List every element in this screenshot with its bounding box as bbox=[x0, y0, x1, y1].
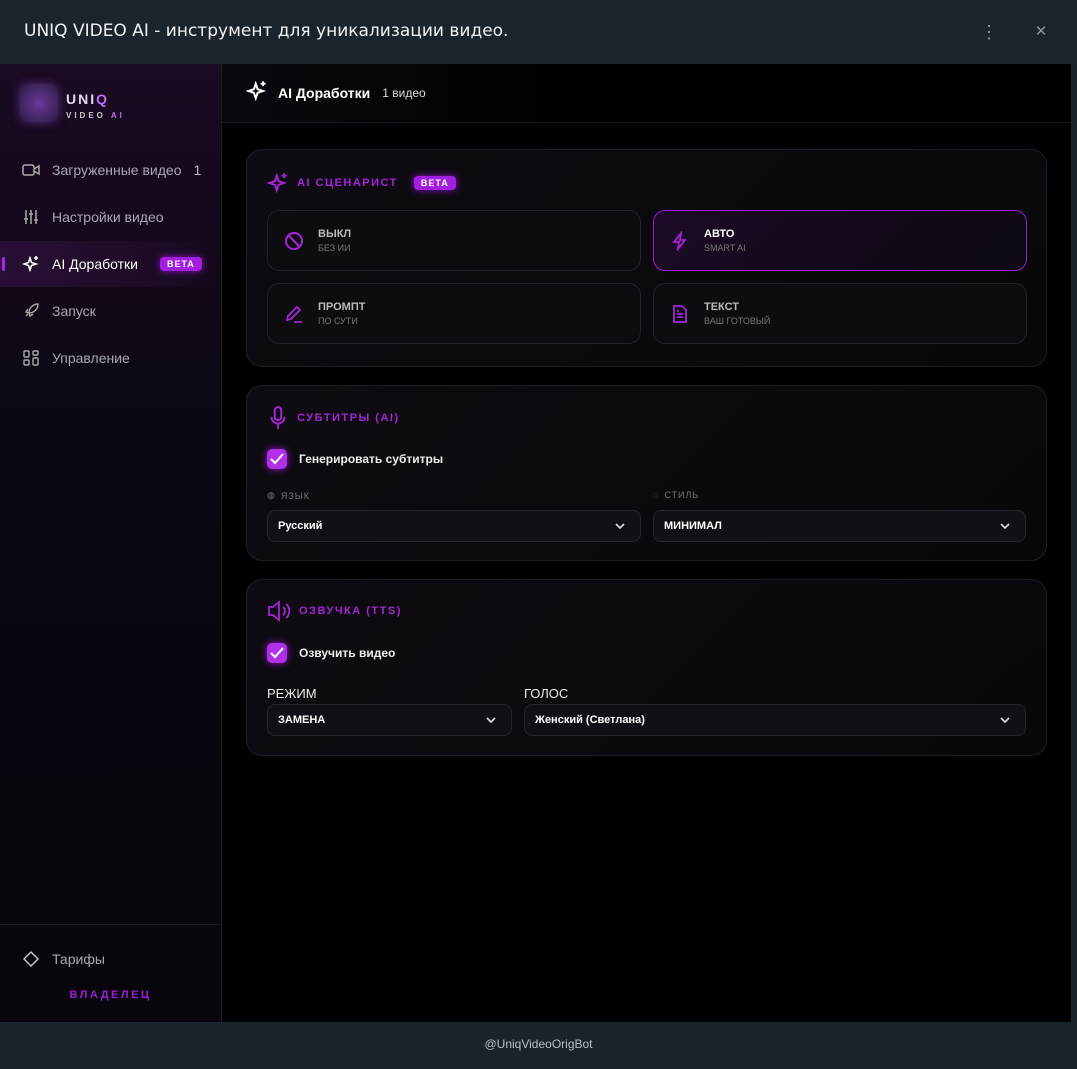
lightning-icon bbox=[670, 230, 692, 251]
sidebar-item-uploaded-videos[interactable]: Загруженные видео 1 bbox=[0, 147, 221, 193]
sidebar-item-label: Запуск bbox=[52, 303, 96, 319]
voice-select[interactable]: Женский (Светлана) bbox=[524, 704, 1026, 736]
divider bbox=[0, 924, 221, 925]
option-title: ПРОМПТ bbox=[318, 301, 366, 313]
video-count: 1 bbox=[193, 162, 202, 178]
grid-icon bbox=[22, 349, 40, 367]
option-subtitle: SMART AI bbox=[704, 243, 746, 253]
style-select[interactable]: МИНИМАЛ bbox=[653, 510, 1026, 542]
tts-card: ОЗВУЧКА (TTS) Озвучить видео РЕЖИМ ГОЛОС… bbox=[246, 579, 1047, 756]
section-title-text: ОЗВУЧКА (TTS) bbox=[299, 605, 402, 617]
ban-icon bbox=[284, 231, 306, 251]
chevron-down-icon bbox=[1000, 523, 1010, 530]
logo-icon bbox=[20, 84, 58, 122]
title-bar: UNIQ VIDEO AI - инструмент для уникализа… bbox=[0, 0, 1077, 64]
label-text: ЯЗЫК bbox=[280, 490, 311, 501]
sidebar-item-video-settings[interactable]: Настройки видео bbox=[0, 194, 221, 240]
video-camera-icon bbox=[22, 161, 40, 179]
subtitles-card: СУБТИТРЫ (AI) Генерировать субтитры ◍ ЯЗЫ… bbox=[246, 385, 1047, 561]
ai-scenarist-card: AI СЦЕНАРИСТ BETA ВЫКЛ БЕЗ ИИ АВТО SMART A… bbox=[246, 149, 1047, 367]
sidebar-item-label: Загруженные видео bbox=[52, 162, 182, 178]
generate-subtitles-checkbox[interactable]: Генерировать субтитры bbox=[267, 449, 443, 469]
label-text: СТИЛЬ bbox=[664, 490, 700, 500]
sparkles-icon bbox=[245, 80, 268, 107]
page-header: AI Доработки 1 видео bbox=[222, 64, 1071, 123]
user-role: ВЛАДЕЛЕЦ bbox=[69, 989, 152, 1001]
option-text[interactable]: ТЕКСТ ВАШ ГОТОВЫЙ bbox=[653, 283, 1027, 344]
sidebar-item-label: Управление bbox=[52, 350, 130, 366]
language-label: ◍ ЯЗЫК bbox=[267, 490, 310, 501]
palette-icon: ◌ bbox=[653, 490, 660, 500]
beta-badge: BETA bbox=[159, 257, 202, 271]
select-value: ЗАМЕНА bbox=[278, 714, 326, 726]
sidebar-item-label: Настройки видео bbox=[52, 209, 164, 225]
video-count: 1 видео bbox=[382, 86, 426, 100]
select-value: МИНИМАЛ bbox=[664, 520, 722, 532]
option-off[interactable]: ВЫКЛ БЕЗ ИИ bbox=[267, 210, 641, 271]
logo-subtitle: VIDEO AI bbox=[66, 111, 125, 120]
footer: @UniqVideoOrigBot bbox=[0, 1022, 1077, 1069]
select-value: Женский (Светлана) bbox=[535, 714, 645, 726]
sidebar-item-tariffs[interactable]: Тарифы bbox=[0, 936, 221, 982]
select-value: Русский bbox=[278, 520, 323, 532]
chevron-down-icon bbox=[486, 717, 496, 724]
language-select[interactable]: Русский bbox=[267, 510, 641, 542]
mode-select[interactable]: ЗАМЕНА bbox=[267, 704, 512, 736]
sparkles-icon bbox=[22, 255, 40, 273]
option-subtitle: ПО СУТИ bbox=[318, 316, 358, 326]
close-icon[interactable]: ✕ bbox=[1029, 18, 1053, 46]
checkmark-icon bbox=[267, 449, 287, 469]
bot-link[interactable]: @UniqVideoOrigBot bbox=[484, 1037, 592, 1051]
voiceover-checkbox[interactable]: Озвучить видео bbox=[267, 643, 395, 663]
beta-badge: BETA bbox=[413, 176, 456, 190]
logo-title: UNIQ bbox=[66, 91, 110, 107]
sidebar-item-label: Тарифы bbox=[52, 951, 105, 967]
option-title: АВТО bbox=[704, 228, 735, 240]
option-prompt[interactable]: ПРОМПТ ПО СУТИ bbox=[267, 283, 641, 344]
document-icon bbox=[670, 304, 692, 324]
globe-icon: ◍ bbox=[267, 490, 276, 500]
section-title-text: AI СЦЕНАРИСТ bbox=[297, 177, 398, 189]
checkmark-icon bbox=[267, 643, 287, 663]
checkbox-label: Озвучить видео bbox=[299, 646, 396, 660]
section-title: СУБТИТРЫ (AI) bbox=[267, 406, 400, 430]
sidebar: UNIQ VIDEO AI Загруженные видео 1 Настро… bbox=[0, 64, 222, 1022]
mode-label: РЕЖИМ bbox=[267, 686, 317, 701]
diamond-icon bbox=[22, 950, 40, 968]
pencil-icon bbox=[284, 304, 306, 324]
chevron-down-icon bbox=[1000, 717, 1010, 724]
voice-label: ГОЛОС bbox=[524, 686, 569, 701]
speaker-icon bbox=[267, 600, 291, 622]
checkbox-label: Генерировать субтитры bbox=[299, 452, 444, 466]
style-label: ◌ СТИЛЬ bbox=[653, 490, 699, 500]
section-title: AI СЦЕНАРИСТ BETA bbox=[267, 172, 456, 194]
page-title: AI Доработки bbox=[278, 85, 371, 101]
sliders-icon bbox=[22, 208, 40, 226]
main-content: AI Доработки 1 видео AI СЦЕНАРИСТ BETA В… bbox=[222, 64, 1071, 1022]
sidebar-item-launch[interactable]: Запуск bbox=[0, 288, 221, 334]
option-subtitle: ВАШ ГОТОВЫЙ bbox=[704, 316, 771, 326]
option-title: ВЫКЛ bbox=[318, 228, 352, 240]
window-title: UNIQ VIDEO AI - инструмент для уникализа… bbox=[24, 21, 509, 41]
more-options-icon[interactable]: ⋮ bbox=[977, 18, 1001, 46]
sidebar-item-ai-improvements[interactable]: AI Доработки BETA bbox=[0, 241, 221, 287]
sparkles-icon bbox=[267, 172, 289, 194]
rocket-icon bbox=[22, 302, 40, 320]
section-title: ОЗВУЧКА (TTS) bbox=[267, 600, 402, 622]
option-auto[interactable]: АВТО SMART AI bbox=[653, 210, 1027, 271]
sidebar-item-label: AI Доработки bbox=[52, 256, 138, 272]
sidebar-item-management[interactable]: Управление bbox=[0, 335, 221, 381]
option-title: ТЕКСТ bbox=[704, 301, 740, 313]
chevron-down-icon bbox=[615, 523, 625, 530]
microphone-icon bbox=[267, 406, 289, 430]
option-subtitle: БЕЗ ИИ bbox=[318, 243, 351, 253]
section-title-text: СУБТИТРЫ (AI) bbox=[297, 412, 400, 424]
